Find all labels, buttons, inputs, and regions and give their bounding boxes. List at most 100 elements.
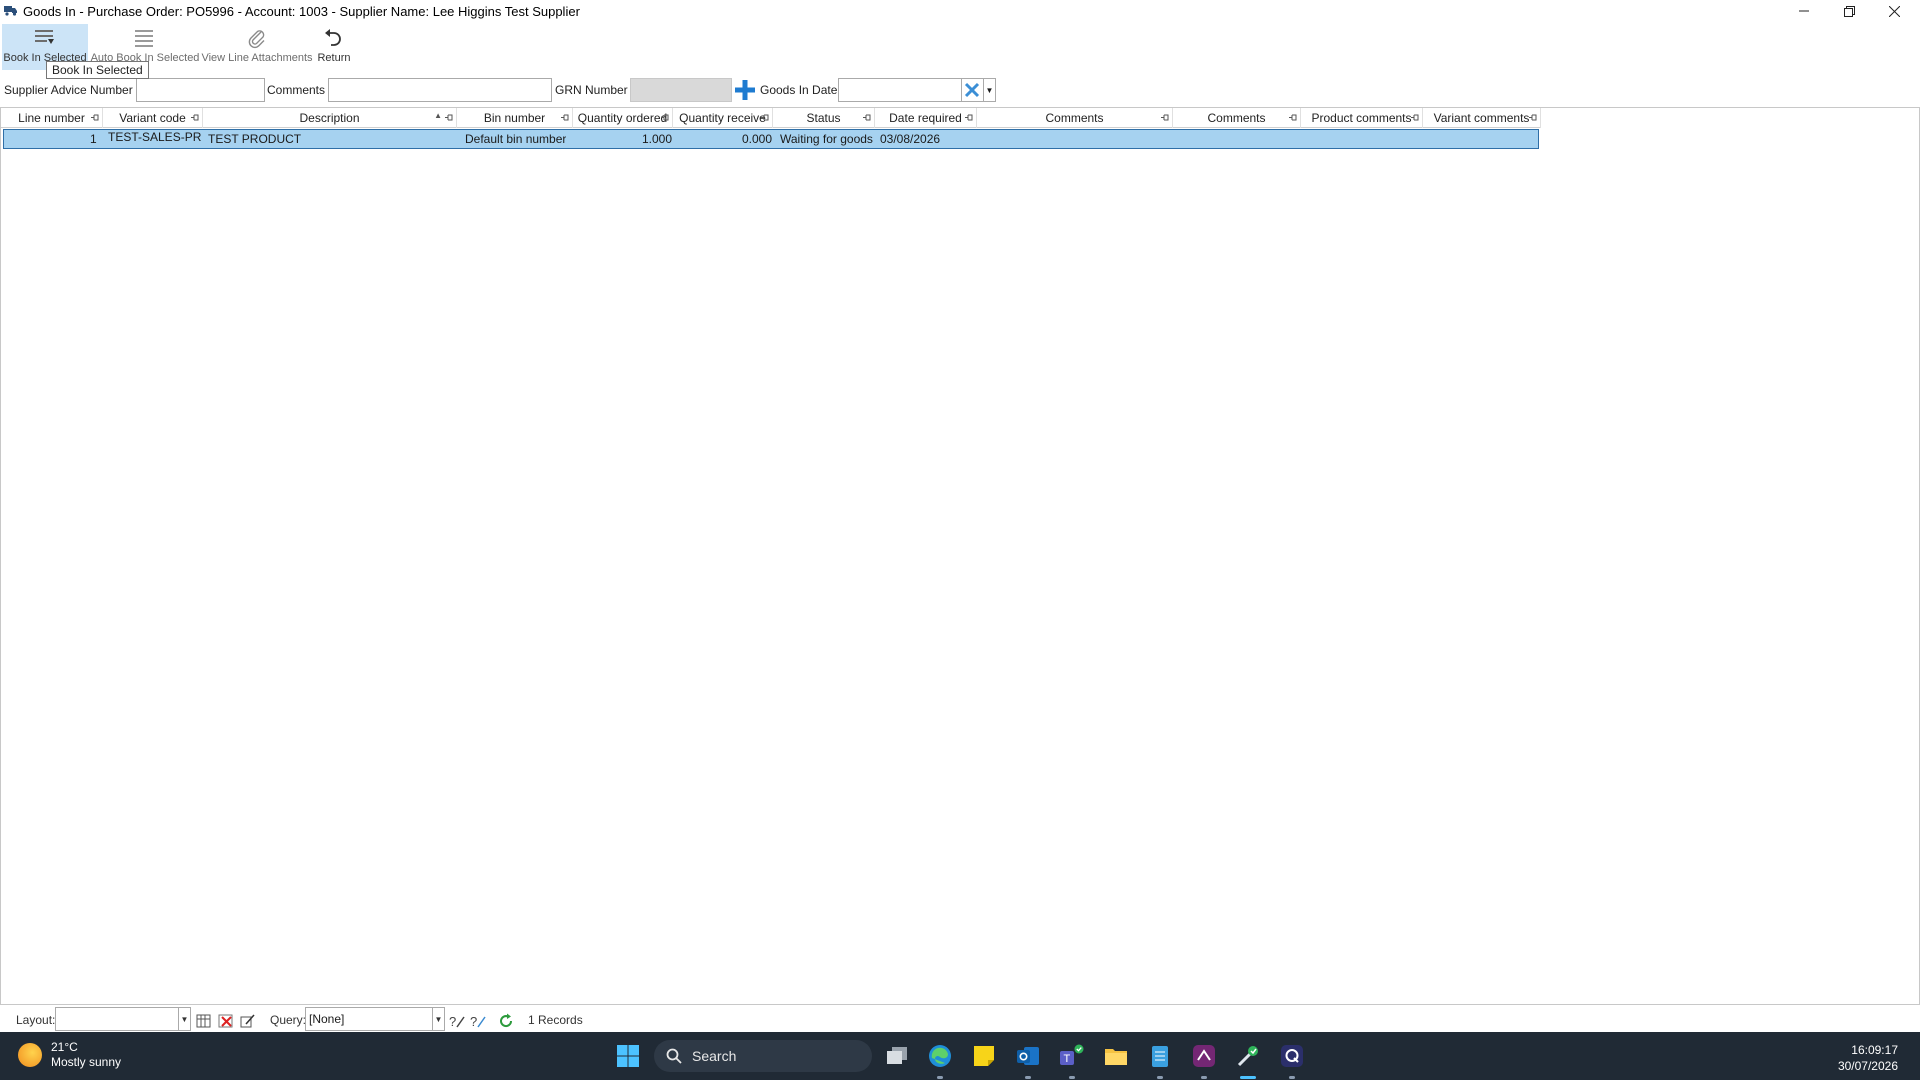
view-line-attachments-button[interactable]: View Line Attachments [201,24,313,70]
running-indicator [1025,1076,1031,1079]
column-header-bin-number[interactable]: Bin number [457,108,573,128]
sticky-notes-icon [974,1046,994,1066]
taskbar-active-app[interactable] [1234,1042,1262,1070]
grn-number-label: GRN Number [555,83,628,97]
search-icon [666,1048,682,1064]
close-button[interactable] [1872,0,1916,22]
task-view-button[interactable] [883,1042,911,1070]
layout-label: Layout: [16,1013,56,1027]
column-header-comments[interactable]: Comments [977,108,1173,128]
taskbar: 21°C Mostly sunny Search T 16:09:17 30/0… [0,1032,1920,1080]
clear-date-button[interactable] [960,78,984,102]
query-edit-icon[interactable]: ? [470,1013,486,1029]
pin-icon [1411,114,1419,121]
pin-icon [191,114,199,121]
tooltip: Book In Selected [46,61,149,79]
edit-layout-icon[interactable] [240,1013,256,1029]
column-header-variant-comments[interactable]: Variant comments [1423,108,1541,128]
supplier-advice-label: Supplier Advice Number [4,83,133,97]
layout-dropdown-button[interactable]: ▼ [179,1007,191,1031]
toolbar: Book In Selected Auto Book In Selected V… [0,22,1920,72]
minimize-button[interactable] [1782,0,1826,22]
book-in-icon [31,24,59,52]
column-header-variant-code[interactable]: Variant code [103,108,203,128]
running-indicator [1157,1076,1163,1079]
pin-icon [965,114,973,121]
view-line-attachments-label: View Line Attachments [201,52,313,64]
record-count: 1 Records [528,1013,583,1027]
auto-book-in-icon [131,24,159,52]
restore-icon [1843,5,1855,17]
clock-date: 30/07/2026 [1837,1059,1898,1073]
pin-icon [1161,114,1169,121]
clock[interactable]: 16:09:17 30/07/2026 [1838,1042,1898,1074]
column-header-quantity-ordered[interactable]: Quantity ordered [573,108,673,128]
start-button[interactable] [614,1042,642,1070]
date-dropdown-button[interactable]: ▼ [984,78,996,102]
pin-icon [661,114,669,121]
minimize-icon [1799,10,1809,12]
chevron-down-icon: ▼ [985,85,994,95]
query-help-icon[interactable]: ? [449,1013,465,1029]
comments-label: Comments [267,83,326,97]
cell-date-required: 03/08/2026 [880,132,941,146]
cell-description: TEST PRODUCT [208,132,302,146]
goods-in-date-input[interactable] [838,78,962,102]
restore-button[interactable] [1827,0,1871,22]
weather-widget[interactable]: 21°C Mostly sunny [18,1040,121,1070]
column-label: Comments [1045,111,1104,125]
chevron-down-icon: ▼ [434,1014,443,1024]
folder-icon [1105,1049,1127,1065]
taskbar-file-explorer[interactable] [1102,1042,1130,1070]
taskbar-notepad[interactable] [1146,1042,1174,1070]
taskbar-edge[interactable] [926,1042,954,1070]
edge-browser-icon [929,1045,951,1067]
taskbar-sticky-notes[interactable] [970,1042,998,1070]
column-header-description[interactable]: Description ▲ [203,108,457,128]
layout-select[interactable] [55,1007,179,1031]
delete-layout-icon[interactable] [218,1013,234,1029]
taskbar-power-automate[interactable] [1190,1042,1218,1070]
column-label: Bin number [483,111,546,125]
column-header-comments-2[interactable]: Comments [1173,108,1301,128]
running-indicator [1069,1076,1075,1079]
table-row[interactable]: 1 TEST-SALES-PR TEST PRODUCT Default bin… [3,129,1539,149]
taskbar-search[interactable]: Search [654,1040,872,1072]
pin-icon [1529,114,1537,121]
supplier-advice-input[interactable] [136,78,265,102]
column-label: Status [806,111,841,125]
comments-input[interactable] [328,78,552,102]
cell-variant-code: TEST-SALES-PR [108,130,202,144]
save-layout-icon[interactable] [196,1013,212,1029]
pin-icon [1289,114,1297,121]
notepad-icon [1152,1046,1168,1067]
column-header-status[interactable]: Status [773,108,875,128]
column-label: Date required [889,111,962,125]
refresh-icon[interactable] [498,1013,514,1029]
pin-icon [561,114,569,121]
running-indicator [1289,1076,1295,1079]
taskbar-teams[interactable]: T [1058,1042,1086,1070]
column-header-date-required[interactable]: Date required [875,108,977,128]
running-indicator [937,1076,943,1079]
status-footer: Layout: ▼ Query: [None] ▼ ? ? 1 Records [0,1005,1920,1035]
column-label: Product comments [1311,111,1412,125]
taskbar-app-q[interactable] [1278,1042,1306,1070]
column-label: Variant comments [1433,111,1530,125]
add-grn-button[interactable] [732,78,757,102]
column-label: Variant code [119,111,186,125]
column-label: Description [299,111,360,125]
app-q-icon [1281,1045,1303,1067]
query-select[interactable]: [None] [305,1007,433,1031]
column-header-quantity-received[interactable]: Quantity receive [673,108,773,128]
return-button[interactable]: Return [314,24,354,70]
task-view-icon [887,1047,907,1064]
taskbar-outlook[interactable] [1014,1042,1042,1070]
goods-in-date-label: Goods In Date [760,83,838,97]
column-header-line-number[interactable]: Line number [1,108,103,128]
column-label: Line number [18,111,85,125]
pin-icon [863,114,871,121]
grn-number-input[interactable] [630,78,732,102]
column-header-product-comments[interactable]: Product comments [1301,108,1423,128]
query-dropdown-button[interactable]: ▼ [433,1007,445,1031]
